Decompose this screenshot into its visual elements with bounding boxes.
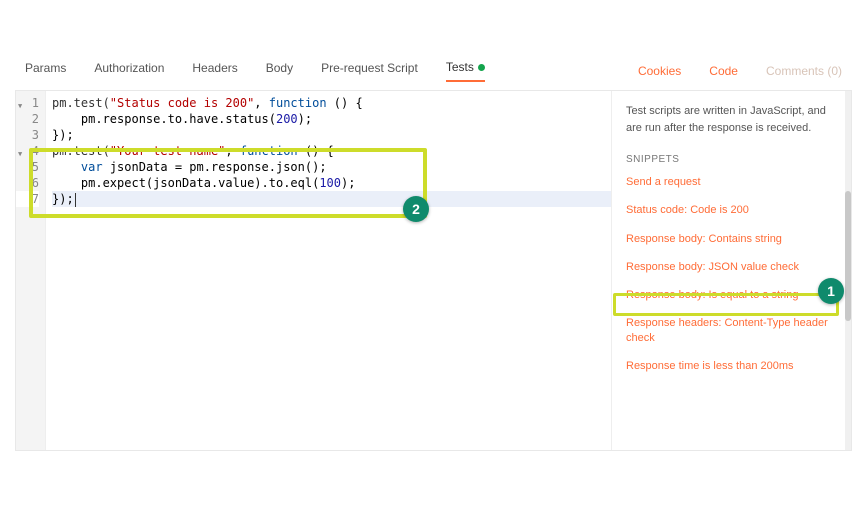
- snippet-status-code-200[interactable]: Status code: Code is 200: [626, 203, 839, 217]
- text-cursor: [75, 193, 76, 207]
- code-line: pm.test("Status code is 200", function (…: [52, 95, 611, 111]
- annotation-badge-1: 1: [818, 278, 844, 304]
- code-line: pm.response.to.have.status(200);: [52, 111, 611, 127]
- line-number: 3: [16, 127, 39, 143]
- code-line: });: [52, 127, 611, 143]
- snippet-body-contains-string[interactable]: Response body: Contains string: [626, 232, 839, 246]
- line-number: 1: [16, 95, 39, 111]
- cookies-link[interactable]: Cookies: [638, 64, 681, 78]
- line-number: 6: [16, 175, 39, 191]
- snippet-body-equal-string[interactable]: Response body: Is equal to a string: [626, 288, 839, 302]
- tab-authorization[interactable]: Authorization: [94, 61, 164, 81]
- comments-link[interactable]: Comments (0): [766, 64, 842, 78]
- code-line: pm.expect(jsonData.value).to.eql(100);: [52, 175, 611, 191]
- scrollbar-thumb[interactable]: [845, 191, 851, 321]
- line-number: 2: [16, 111, 39, 127]
- snippet-send-request[interactable]: Send a request: [626, 175, 839, 189]
- code-line: var jsonData = pm.response.json();: [52, 159, 611, 175]
- code-area[interactable]: pm.test("Status code is 200", function (…: [46, 91, 611, 450]
- snippets-panel: Test scripts are written in JavaScript, …: [611, 91, 851, 450]
- code-line: });: [52, 191, 611, 207]
- snippets-heading: SNIPPETS: [626, 154, 839, 165]
- snippet-headers-content-type[interactable]: Response headers: Content-Type header ch…: [626, 316, 839, 345]
- line-number: 5: [16, 159, 39, 175]
- tests-body: 1 2 3 4 5 6 7 pm.test("Status code is 20…: [15, 91, 852, 451]
- tab-body[interactable]: Body: [266, 61, 293, 81]
- request-tabs: Params Authorization Headers Body Pre-re…: [15, 60, 852, 91]
- code-editor[interactable]: 1 2 3 4 5 6 7 pm.test("Status code is 20…: [16, 91, 611, 450]
- line-gutter: 1 2 3 4 5 6 7: [16, 91, 46, 450]
- line-number: 7: [16, 191, 39, 207]
- annotation-badge-2: 2: [403, 196, 429, 222]
- snippet-json-value-check[interactable]: Response body: JSON value check: [626, 260, 839, 274]
- tab-tests[interactable]: Tests: [446, 60, 485, 82]
- code-line: pm.test("Your test name", function () {: [52, 143, 611, 159]
- snippet-response-time[interactable]: Response time is less than 200ms: [626, 359, 839, 373]
- tab-headers[interactable]: Headers: [192, 61, 237, 81]
- snippets-intro: Test scripts are written in JavaScript, …: [626, 103, 839, 136]
- line-number: 4: [16, 143, 39, 159]
- code-link[interactable]: Code: [709, 64, 738, 78]
- tab-params[interactable]: Params: [25, 61, 66, 81]
- tab-prerequest[interactable]: Pre-request Script: [321, 61, 418, 81]
- modified-indicator-icon: [478, 64, 485, 71]
